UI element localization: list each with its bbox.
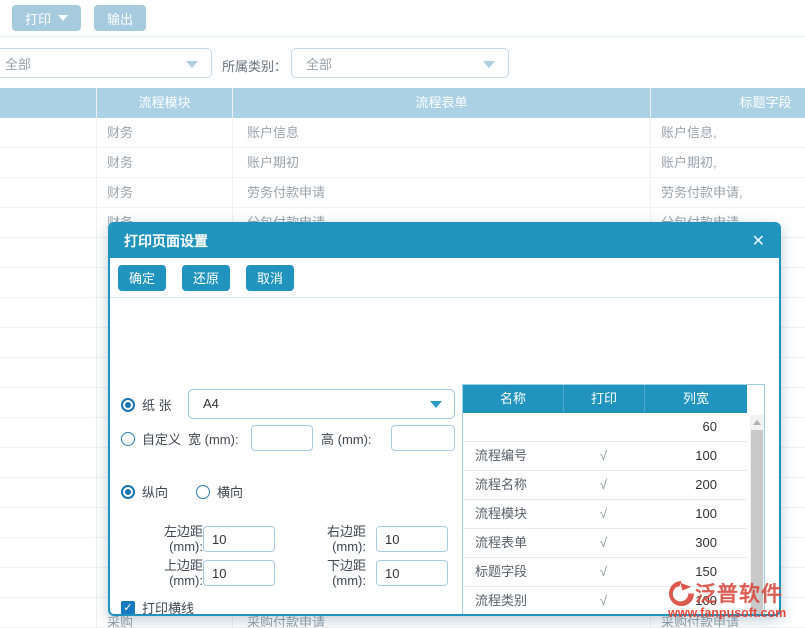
cell-module: 财务 — [97, 118, 233, 147]
cancel-button[interactable]: 取消 — [246, 265, 294, 291]
grid-row[interactable]: 流程表单 √ 300 — [463, 529, 747, 558]
cell-module: 财务 — [97, 148, 233, 177]
print-hlines-checkbox[interactable]: ✓ — [121, 601, 135, 615]
restore-button[interactable]: 还原 — [182, 265, 230, 291]
grid-row[interactable]: 60 — [463, 413, 747, 442]
filter-bar: 全部 所属类别： 全部 — [0, 37, 805, 88]
paper-size-select[interactable]: A4 — [188, 389, 455, 419]
column-header-form: 流程表单 — [233, 88, 651, 118]
ok-button[interactable]: 确定 — [118, 265, 166, 291]
cell-form: 账户信息 — [233, 118, 651, 147]
export-button-label: 输出 — [107, 9, 133, 28]
print-button[interactable]: 打印 — [12, 5, 81, 31]
category-filter-label: 所属类别： — [222, 56, 287, 75]
table-row[interactable]: 财务 账户期初 账户期初, — [0, 148, 805, 178]
bottom-margin-input[interactable] — [376, 560, 448, 586]
table-row[interactable]: 财务 账户信息 账户信息, — [0, 118, 805, 148]
export-button[interactable]: 输出 — [94, 5, 146, 31]
watermark-url: www.fanpusoft.com — [668, 606, 786, 620]
left-margin-input[interactable] — [203, 526, 275, 552]
top-margin-input[interactable] — [203, 560, 275, 586]
dialog-button-row: 确定 还原 取消 — [110, 258, 779, 298]
custom-size-radio-label: 自定义 — [142, 429, 181, 448]
right-margin-input[interactable] — [376, 526, 448, 552]
top-margin-label: 上边距(mm): — [138, 558, 203, 588]
toolbar: 打印 输出 — [0, 0, 805, 37]
grid-row[interactable]: 流程模块 √ 100 — [463, 500, 747, 529]
module-filter-dropdown[interactable]: 全部 — [0, 48, 212, 78]
left-margin-label: 左边距(mm): — [138, 524, 203, 554]
category-filter-dropdown[interactable]: 全部 — [291, 48, 509, 78]
portrait-radio[interactable] — [121, 485, 135, 499]
chevron-down-icon — [58, 15, 68, 21]
column-header-title: 标题字段 — [651, 88, 805, 118]
cell-title: 账户期初, — [651, 148, 805, 177]
custom-height-label: 高 (mm): — [321, 429, 372, 448]
dialog-header: 打印页面设置 ✕ — [110, 224, 779, 258]
cell-module: 财务 — [97, 178, 233, 207]
cell-form: 劳务付款申请 — [233, 178, 651, 207]
custom-width-input[interactable] — [251, 425, 313, 451]
grid-column-name: 名称 — [463, 385, 563, 413]
module-filter-value: 全部 — [5, 54, 31, 73]
watermark-brand: 泛普软件 — [695, 578, 783, 608]
bottom-margin-label: 下边距(mm): — [301, 558, 366, 588]
print-hlines-label: 打印横线 — [142, 598, 194, 616]
custom-size-radio[interactable] — [121, 432, 135, 446]
paper-radio[interactable] — [121, 398, 135, 412]
process-table-header: 流程模块 流程表单 标题字段 — [0, 88, 805, 118]
dialog-body: 纸 张 A4 自定义 宽 (mm): 高 (mm): 纵向 横向 左边距(mm)… — [110, 298, 779, 614]
scroll-up-icon[interactable] — [753, 420, 761, 425]
landscape-radio[interactable] — [196, 485, 210, 499]
dropdown-arrow-icon — [430, 401, 442, 408]
custom-width-label: 宽 (mm): — [188, 429, 239, 448]
column-header-module: 流程模块 — [97, 88, 233, 118]
grid-row[interactable]: 流程名称 √ 200 — [463, 471, 747, 500]
column-header-empty — [0, 88, 97, 118]
table-row[interactable]: 财务 劳务付款申请 劳务付款申请, — [0, 178, 805, 208]
print-settings-dialog: 打印页面设置 ✕ 确定 还原 取消 纸 张 A4 自定义 宽 (mm): 高 (… — [108, 222, 781, 616]
right-margin-label: 右边距(mm): — [301, 524, 366, 554]
grid-column-print: 打印 — [563, 385, 644, 413]
dialog-title: 打印页面设置 — [124, 231, 752, 251]
dropdown-arrow-icon — [186, 61, 198, 68]
grid-column-width: 列宽 — [644, 385, 747, 413]
grid-header: 名称 打印 列宽 — [463, 385, 747, 413]
paper-radio-label: 纸 张 — [142, 395, 172, 414]
cell-title: 劳务付款申请, — [651, 178, 805, 207]
custom-height-input[interactable] — [391, 425, 455, 451]
paper-size-value: A4 — [203, 396, 219, 411]
watermark: 泛普软件 www.fanpusoft.com — [668, 578, 786, 620]
close-icon[interactable]: ✕ — [752, 231, 765, 251]
portrait-radio-label: 纵向 — [142, 482, 168, 501]
cell-form: 账户期初 — [233, 148, 651, 177]
grid-row[interactable]: 流程编号 √ 100 — [463, 442, 747, 471]
cell-title: 账户信息, — [651, 118, 805, 147]
print-button-label: 打印 — [25, 9, 51, 28]
landscape-radio-label: 横向 — [217, 482, 243, 501]
category-filter-value: 全部 — [306, 54, 332, 73]
fanpu-logo-icon — [668, 580, 695, 607]
dropdown-arrow-icon — [483, 61, 495, 68]
